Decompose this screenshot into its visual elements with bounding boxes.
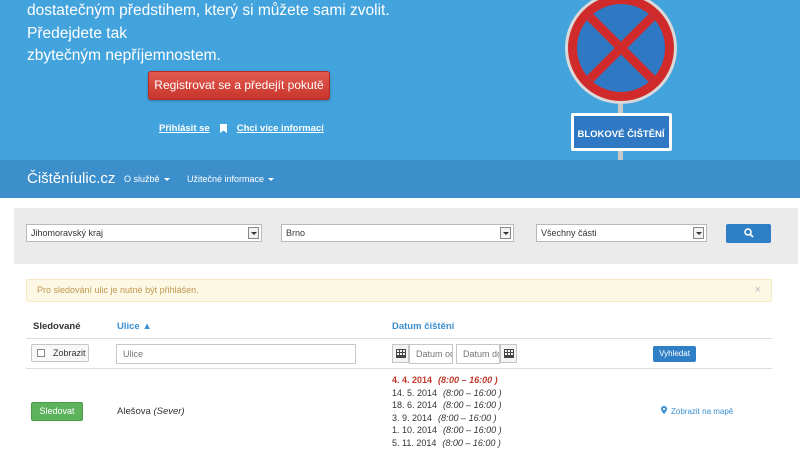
brand-logo[interactable]: Čištěníulic.cz xyxy=(27,170,115,187)
date-to-calendar-button[interactable] xyxy=(500,344,517,363)
nav-about-label: O službě xyxy=(124,174,160,184)
hero-links: Přihlásit se Chci více informací xyxy=(159,123,324,134)
column-header-followed: Sledované xyxy=(33,321,81,332)
search-submit-button[interactable]: Vyhledat xyxy=(653,346,696,362)
calendar-icon xyxy=(504,349,514,358)
calendar-icon xyxy=(396,349,406,358)
cleaning-date: 14. 5. 2014 xyxy=(392,387,438,398)
register-button[interactable]: Registrovat se a předejít pokutě xyxy=(148,71,330,100)
show-followed-label: Zobrazit xyxy=(53,348,86,358)
cleaning-time: (8:00 – 16:00 ) xyxy=(438,375,498,385)
checkbox-icon xyxy=(37,349,45,357)
street-name: Alešova (Sever) xyxy=(117,406,185,417)
city-select[interactable]: Brno xyxy=(281,224,514,242)
cleaning-date: 18. 6. 2014 xyxy=(392,400,438,410)
region-select[interactable]: Jihomoravský kraj xyxy=(26,224,262,242)
search-button[interactable] xyxy=(726,224,771,243)
hero-text-line-2: zbytečným nepříjemnostem. xyxy=(27,47,221,64)
cleaning-date-row: 14. 5. 2014 (8:00 – 16:00 ) xyxy=(392,387,502,400)
chevron-down-icon xyxy=(268,178,275,182)
date-from-calendar-button[interactable] xyxy=(392,344,409,363)
bookmark-icon xyxy=(219,124,227,133)
dropdown-arrow-icon xyxy=(500,227,511,239)
hero-section: dostatečným předstihem, který si můžete … xyxy=(0,0,800,160)
more-info-link[interactable]: Chci více informací xyxy=(237,123,324,134)
street-name-text: Alešova xyxy=(117,406,151,417)
dropdown-arrow-icon xyxy=(693,227,704,239)
login-link[interactable]: Přihlásit se xyxy=(159,123,210,134)
cleaning-date-row: 3. 9. 2014 (8:00 – 16:00 ) xyxy=(392,412,502,425)
cleaning-date: 3. 9. 2014 xyxy=(392,412,433,423)
cleaning-time: (8:00 – 16:00 ) xyxy=(443,387,502,398)
street-filter-input[interactable] xyxy=(116,344,356,364)
close-icon[interactable]: × xyxy=(755,280,761,301)
cleaning-time: (8:00 – 16:00 ) xyxy=(442,437,501,448)
cleaning-date: 1. 10. 2014 xyxy=(392,425,438,435)
no-stopping-sign-icon: BLOKOVÉ ČIŠTĚNÍ xyxy=(565,0,677,160)
show-on-map-label: Zobrazit na mapě xyxy=(671,407,734,416)
cleaning-time: (8:00 – 16:00 ) xyxy=(443,400,502,410)
nav-about[interactable]: O službě xyxy=(124,174,170,184)
sign-label: BLOKOVÉ ČIŠTĚNÍ xyxy=(577,128,664,140)
show-on-map-link[interactable]: Zobrazit na mapě xyxy=(661,406,733,416)
cleaning-date-row: 5. 11. 2014 (8:00 – 16:00 ) xyxy=(392,437,502,449)
cleaning-date: 5. 11. 2014 xyxy=(392,437,437,448)
hero-text-line-1: dostatečným předstihem, který si můžete … xyxy=(27,2,390,42)
date-to-input[interactable] xyxy=(456,344,500,364)
district-select[interactable]: Všechny části xyxy=(536,224,707,242)
cleaning-date-row: 18. 6. 2014 (8:00 – 16:00 ) xyxy=(392,399,502,412)
column-header-date[interactable]: Datum čištění xyxy=(392,321,454,332)
cleaning-time: (8:00 – 16:00 ) xyxy=(443,425,502,435)
cleaning-time: (8:00 – 16:00 ) xyxy=(438,412,497,423)
cleaning-date-row: 4. 4. 2014 (8:00 – 16:00 ) xyxy=(392,374,502,387)
nav-useful-info[interactable]: Užitečné informace xyxy=(187,174,275,184)
chevron-down-icon xyxy=(163,178,170,182)
street-part: (Sever) xyxy=(153,406,185,417)
region-select-value: Jihomoravský kraj xyxy=(31,228,104,238)
follow-button[interactable]: Sledovat xyxy=(31,402,83,421)
show-followed-toggle[interactable]: Zobrazit xyxy=(31,344,89,362)
district-select-value: Všechny části xyxy=(541,228,597,238)
nav-useful-info-label: Užitečné informace xyxy=(187,174,265,184)
cleaning-date-row: 1. 10. 2014 (8:00 – 16:00 ) xyxy=(392,424,502,437)
column-header-street[interactable]: Ulice ▲ xyxy=(117,321,152,332)
table-divider xyxy=(26,368,772,369)
cleaning-date: 4. 4. 2014 xyxy=(392,375,433,385)
city-select-value: Brno xyxy=(286,228,306,238)
map-marker-icon xyxy=(661,406,667,414)
table-divider xyxy=(26,338,772,339)
filter-bar: Jihomoravský kraj Brno Všechny části xyxy=(14,208,798,264)
date-from-input[interactable] xyxy=(409,344,453,364)
navbar: Čištěníulic.cz O službě Užitečné informa… xyxy=(0,160,800,198)
cleaning-dates-list: 4. 4. 2014 (8:00 – 16:00 ) 14. 5. 2014 (8:… xyxy=(392,374,502,449)
search-icon xyxy=(744,228,754,238)
dropdown-arrow-icon xyxy=(248,227,259,239)
hero-text: dostatečným předstihem, který si můžete … xyxy=(27,0,467,67)
login-required-alert: Pro sledování ulic je nutné být přihláše… xyxy=(26,279,772,302)
alert-text: Pro sledování ulic je nutné být přihláše… xyxy=(37,285,199,295)
